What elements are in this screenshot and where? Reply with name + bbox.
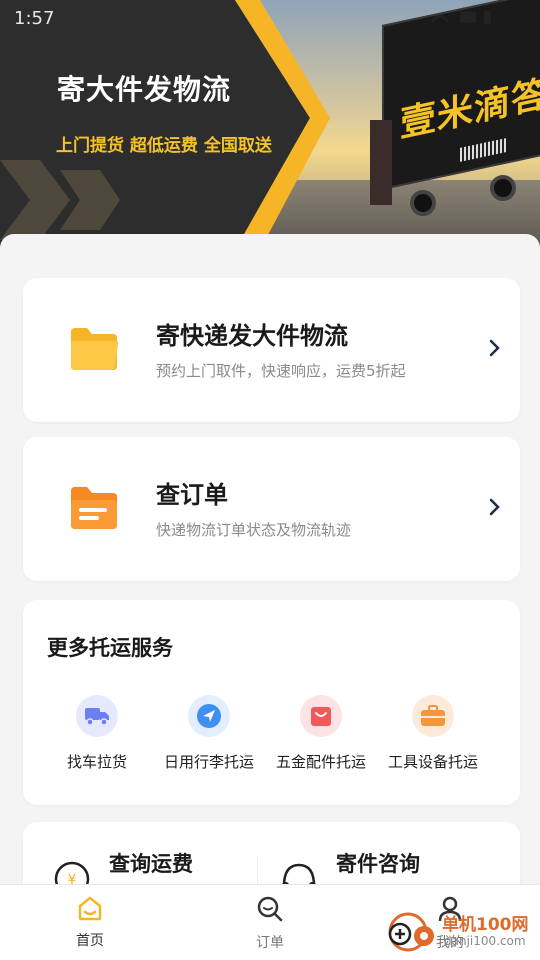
service-tools[interactable]: 工具设备托运 <box>377 695 489 772</box>
tab-label: 首页 <box>76 933 104 949</box>
watermark-logo-icon <box>388 912 434 952</box>
navigation-icon <box>188 695 230 737</box>
folder-icon <box>71 328 119 370</box>
tab-label: 订单 <box>256 935 284 951</box>
status-icons <box>430 8 500 30</box>
truck-icon <box>76 695 118 737</box>
send-express-card[interactable]: 寄快递发大件物流 预约上门取件，快速响应，运费5折起 <box>23 278 520 422</box>
query-freight-title: 查询运费 <box>109 852 193 876</box>
banner-subtitle: 上门提货 超低运费 全国取送 <box>56 136 272 156</box>
document-folder-icon <box>71 487 117 529</box>
watermark-title: 单机100网 <box>442 915 529 935</box>
status-time: 1:57 <box>14 8 55 29</box>
truck-image: 壹米滴答 <box>370 0 540 220</box>
hero-banner[interactable]: 壹米滴答 寄大件发物流 上门提货 超低运费 全国取送 1:57 <box>0 0 540 250</box>
shopping-bag-icon <box>300 695 342 737</box>
toolbox-icon <box>412 695 454 737</box>
check-orders-card[interactable]: 查订单 快递物流订单状态及物流轨迹 <box>23 437 520 581</box>
banner-title: 寄大件发物流 <box>57 73 232 106</box>
more-services-card: 更多托运服务 找车拉货 日用行李托运 五金配件托运 工具设备托运 <box>23 600 520 805</box>
service-luggage[interactable]: 日用行李托运 <box>153 695 265 772</box>
service-label: 找车拉货 <box>66 753 127 771</box>
home-icon <box>78 896 102 921</box>
tab-home[interactable]: 首页 <box>40 895 140 950</box>
tab-orders[interactable]: 订单 <box>220 895 320 952</box>
service-label: 工具设备托运 <box>387 753 478 771</box>
check-orders-desc: 快递物流订单状态及物流轨迹 <box>156 521 352 539</box>
service-label: 五金配件托运 <box>275 753 366 771</box>
service-hardware[interactable]: 五金配件托运 <box>265 695 377 772</box>
chevron-right-icon <box>489 339 500 357</box>
chevron-right-icon <box>489 498 500 516</box>
search-icon <box>257 896 283 922</box>
send-express-desc: 预约上门取件，快速响应，运费5折起 <box>156 362 406 380</box>
check-orders-title: 查订单 <box>156 481 228 509</box>
service-label: 日用行李托运 <box>163 753 254 771</box>
watermark-url: danji100.com <box>444 934 526 948</box>
consult-title: 寄件咨询 <box>336 852 420 876</box>
watermark: 单机100网 danji100.com <box>386 896 536 958</box>
service-find-truck[interactable]: 找车拉货 <box>41 695 153 772</box>
services-heading: 更多托运服务 <box>47 636 173 660</box>
send-express-title: 寄快递发大件物流 <box>156 322 348 350</box>
